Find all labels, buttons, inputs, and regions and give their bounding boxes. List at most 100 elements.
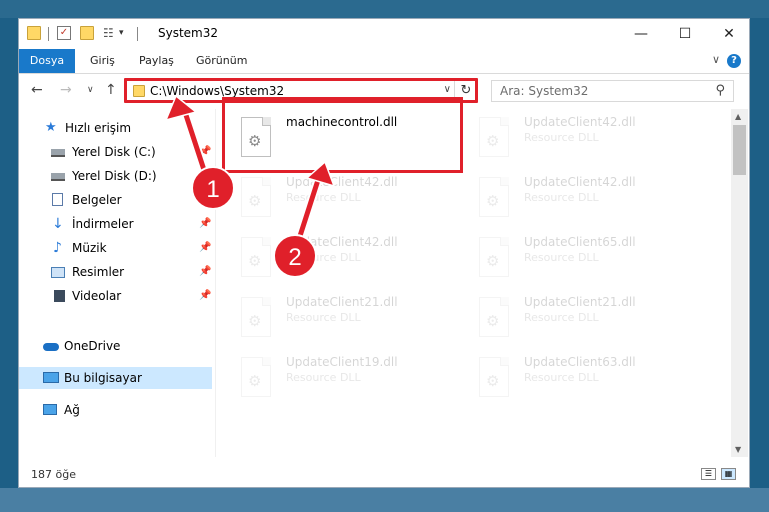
window-title: System32: [158, 26, 219, 40]
file-type: Resource DLL: [524, 311, 599, 324]
minimize-button[interactable]: —: [619, 19, 663, 49]
gear-icon: ⚙: [248, 252, 262, 270]
pin-icon[interactable]: 📌: [199, 285, 211, 307]
details-view-icon[interactable]: ☰: [701, 468, 716, 480]
tab-share[interactable]: Paylaş: [139, 49, 174, 73]
file-item[interactable]: ⚙ UpdateClient42.dll Resource DLL: [219, 169, 449, 225]
sidebar-item-local-disk-c[interactable]: Yerel Disk (C:) 📌: [19, 141, 215, 163]
recent-locations-button[interactable]: ∨: [87, 85, 94, 95]
dll-file-icon: ⚙: [241, 237, 271, 277]
gear-icon: ⚙: [486, 192, 500, 210]
navigation-pane: ★ Hızlı erişim Yerel Disk (C:) 📌 Yerel D…: [19, 109, 215, 457]
file-item[interactable]: ⚙ UpdateClient21.dll Resource DLL: [457, 289, 687, 345]
drive-icon: [51, 149, 65, 157]
sidebar-item-documents[interactable]: Belgeler 📌: [19, 189, 215, 211]
ribbon-tabs: Dosya Giriş Paylaş Görünüm ∨ ?: [19, 49, 749, 74]
desktop-background: [0, 0, 769, 18]
status-bar: 187 öğe ☰ ▦: [19, 463, 749, 487]
dll-file-icon: ⚙: [479, 297, 509, 337]
pin-icon[interactable]: 📌: [199, 261, 211, 283]
file-name: UpdateClient42.dll: [524, 115, 636, 129]
file-item[interactable]: ⚙ UpdateClient63.dll Resource DLL: [457, 349, 687, 405]
file-name: UpdateClient19.dll: [286, 355, 398, 369]
cloud-icon: [43, 343, 59, 351]
item-count: 187 öğe: [31, 468, 76, 481]
file-type: Resource DLL: [524, 191, 599, 204]
sidebar-item-quick-access[interactable]: ★ Hızlı erişim: [19, 117, 215, 139]
maximize-button[interactable]: ☐: [663, 19, 707, 49]
sidebar-item-pictures[interactable]: Resimler 📌: [19, 261, 215, 283]
file-item[interactable]: ⚙ UpdateClient21.dll Resource DLL: [219, 289, 449, 345]
file-type: Resource DLL: [524, 371, 599, 384]
videos-icon: [51, 290, 65, 302]
file-item[interactable]: ⚙ UpdateClient42.dll Resource DLL: [219, 229, 449, 285]
separator: [48, 27, 49, 41]
dll-file-icon: ⚙: [241, 297, 271, 337]
file-name: UpdateClient42.dll: [286, 175, 398, 189]
sidebar-item-onedrive[interactable]: OneDrive: [19, 335, 215, 357]
sidebar-item-music[interactable]: ♪ Müzik 📌: [19, 237, 215, 259]
folder-icon: [27, 26, 41, 40]
properties-icon[interactable]: ✓: [57, 26, 71, 40]
gear-icon: ⚙: [486, 252, 500, 270]
scroll-down-icon[interactable]: ▼: [735, 445, 741, 454]
file-highlight-box: [222, 97, 463, 173]
large-icons-view-icon[interactable]: ▦: [721, 468, 736, 480]
sidebar-item-local-disk-d[interactable]: Yerel Disk (D:) 📌: [19, 165, 215, 187]
sidebar-item-videos[interactable]: Videolar 📌: [19, 285, 215, 307]
gear-icon: ⚙: [486, 312, 500, 330]
pictures-icon: [51, 267, 65, 278]
step-1-badge: 1: [191, 166, 235, 210]
sidebar-item-downloads[interactable]: ↓ İndirmeler 📌: [19, 213, 215, 235]
new-folder-icon[interactable]: [80, 26, 94, 40]
music-icon: ♪: [53, 240, 62, 256]
gear-icon: ⚙: [248, 372, 262, 390]
gear-icon: ⚙: [248, 192, 262, 210]
dll-file-icon: ⚙: [241, 357, 271, 397]
vertical-scrollbar[interactable]: ▲ ▼: [731, 109, 748, 457]
pin-icon[interactable]: 📌: [199, 213, 211, 235]
forward-button[interactable]: →: [60, 82, 72, 98]
view-options-icon[interactable]: ☷: [103, 26, 117, 40]
tab-file[interactable]: Dosya: [19, 49, 75, 73]
dll-file-icon: ⚙: [479, 357, 509, 397]
scroll-up-icon[interactable]: ▲: [735, 112, 741, 121]
file-explorer-window: ✓ ☷ ▾ System32 — ☐ ✕ Dosya Giriş Paylaş …: [18, 18, 750, 488]
drive-icon: [51, 173, 65, 181]
file-item[interactable]: ⚙ UpdateClient65.dll Resource DLL: [457, 229, 687, 285]
scrollbar-thumb[interactable]: [733, 125, 746, 175]
file-name: UpdateClient21.dll: [524, 295, 636, 309]
dll-file-icon: ⚙: [241, 177, 271, 217]
separator: [137, 27, 138, 41]
dll-file-icon: ⚙: [479, 237, 509, 277]
pin-icon[interactable]: 📌: [199, 141, 211, 163]
search-input[interactable]: Ara: System32 ⚲: [491, 80, 734, 102]
gear-icon: ⚙: [248, 312, 262, 330]
file-type: Resource DLL: [286, 311, 361, 324]
help-icon[interactable]: ?: [727, 54, 741, 68]
file-item[interactable]: ⚙ UpdateClient42.dll Resource DLL: [457, 169, 687, 225]
up-button[interactable]: ↑: [105, 82, 117, 98]
close-button[interactable]: ✕: [707, 19, 751, 49]
computer-icon: [43, 372, 59, 383]
file-type: Resource DLL: [286, 191, 361, 204]
file-name: UpdateClient42.dll: [524, 175, 636, 189]
back-button[interactable]: ←: [31, 82, 43, 98]
sidebar-item-this-pc[interactable]: Bu bilgisayar: [19, 367, 212, 389]
file-name: UpdateClient65.dll: [524, 235, 636, 249]
search-icon[interactable]: ⚲: [715, 83, 725, 98]
documents-icon: [52, 193, 63, 206]
pane-divider[interactable]: [215, 109, 216, 457]
file-item[interactable]: ⚙ UpdateClient19.dll Resource DLL: [219, 349, 449, 405]
file-type: Resource DLL: [286, 371, 361, 384]
download-icon: ↓: [52, 216, 64, 232]
file-type: Resource DLL: [524, 251, 599, 264]
title-bar: ✓ ☷ ▾ System32 — ☐ ✕: [19, 19, 749, 49]
customize-toolbar-icon[interactable]: ▾: [119, 26, 133, 40]
sidebar-item-network[interactable]: Ağ: [19, 399, 215, 421]
tab-view[interactable]: Görünüm: [196, 49, 247, 73]
tab-home[interactable]: Giriş: [90, 49, 115, 73]
expand-ribbon-icon[interactable]: ∨: [712, 53, 720, 66]
file-item[interactable]: ⚙ UpdateClient42.dll Resource DLL: [457, 109, 687, 165]
pin-icon[interactable]: 📌: [199, 237, 211, 259]
